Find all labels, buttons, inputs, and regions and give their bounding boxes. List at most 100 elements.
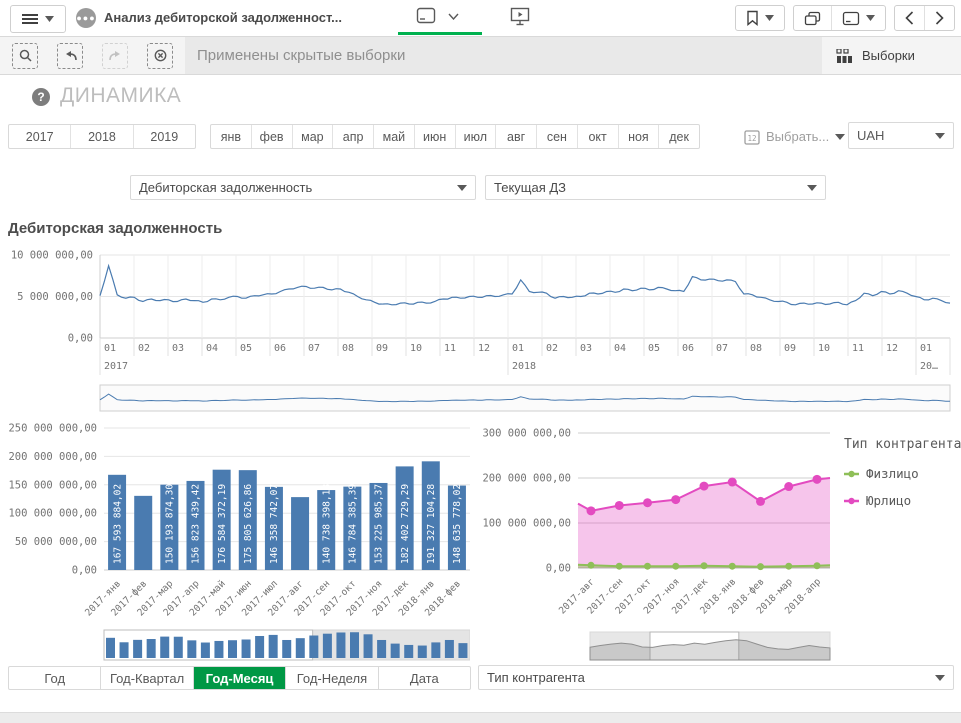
dot-Физлицо-2018-апр[interactable]: [814, 562, 821, 569]
bar-2017-авг[interactable]: [291, 497, 309, 570]
svg-text:12: 12: [747, 134, 756, 143]
dot-Юрлицо-2017-сен[interactable]: [615, 501, 624, 510]
top-toolbar: ●●● Анализ дебиторской задолженност...: [0, 0, 961, 37]
svg-text:182 402 729,29: 182 402 729,29: [400, 484, 411, 564]
measure-select-value: Дебиторская задолженность: [139, 180, 312, 195]
redo-selection-button[interactable]: [102, 43, 128, 69]
selections-tool-button[interactable]: Выборки: [822, 37, 961, 74]
selections-toolbar: Применены скрытые выборки Выборки: [0, 37, 961, 75]
help-icon[interactable]: ?: [32, 88, 50, 106]
dot-Юрлицо-2017-дек[interactable]: [700, 482, 709, 491]
bookmarks-button[interactable]: [736, 6, 784, 30]
global-menu-button[interactable]: [10, 5, 66, 33]
dot-Физлицо-2018-мар[interactable]: [785, 563, 792, 570]
svg-text:140 738 398,18: 140 738 398,18: [321, 484, 332, 564]
month-filter-дек[interactable]: дек: [658, 125, 699, 148]
month-filter-ноя[interactable]: ноя: [618, 125, 659, 148]
period-tab-Год-Неделя[interactable]: Год-Неделя: [285, 667, 377, 689]
svg-text:100 000 000,00: 100 000 000,00: [8, 508, 97, 520]
currency-select[interactable]: UAH: [848, 122, 954, 149]
dot-Физлицо-2017-авг[interactable]: [588, 562, 595, 569]
page-title: ДИНАМИКА: [60, 84, 181, 108]
svg-text:02: 02: [138, 343, 150, 354]
legend-item-Физлицо[interactable]: Физлицо: [866, 466, 919, 481]
svg-text:0,00: 0,00: [546, 563, 571, 575]
period-tab-Год[interactable]: Год: [9, 667, 100, 689]
dot-Физлицо-2017-дек[interactable]: [701, 562, 708, 569]
svg-text:176 584 372,19: 176 584 372,19: [217, 484, 228, 564]
dot-Юрлицо-2018-мар[interactable]: [784, 482, 793, 491]
month-filter-апр[interactable]: апр: [332, 125, 373, 148]
month-filter-фев[interactable]: фев: [251, 125, 292, 148]
dot-Физлицо-2017-ноя[interactable]: [672, 563, 679, 570]
month-filter-июн[interactable]: июн: [414, 125, 455, 148]
month-filter-окт[interactable]: окт: [577, 125, 618, 148]
svg-text:20…: 20…: [920, 361, 938, 372]
dimension-select[interactable]: Тип контрагента: [478, 665, 954, 690]
measure-select[interactable]: Дебиторская задолженность: [130, 175, 476, 200]
svg-text:12: 12: [478, 343, 490, 354]
svg-text:08: 08: [342, 343, 354, 354]
svg-text:200 000 000,00: 200 000 000,00: [8, 451, 97, 463]
dot-Физлицо-2018-фев[interactable]: [757, 563, 764, 570]
undo-icon: [64, 50, 77, 62]
svg-text:0,00: 0,00: [72, 565, 97, 577]
svg-text:07: 07: [308, 343, 320, 354]
year-filter-2019[interactable]: 2019: [133, 125, 195, 148]
sheet-icon: [842, 11, 860, 26]
counterparty-area-chart[interactable]: 300 000 000,00200 000 000,00100 000 000,…: [478, 420, 961, 663]
svg-text:Тип контрагента: Тип контрагента: [844, 437, 961, 452]
clear-selections-button[interactable]: [147, 43, 173, 69]
dot-Юрлицо-2018-янв[interactable]: [728, 478, 737, 487]
year-filter-2017[interactable]: 2017: [9, 125, 70, 148]
svg-text:01: 01: [920, 343, 932, 354]
legend-item-Юрлицо[interactable]: Юрлицо: [866, 493, 911, 508]
duplicate-icon: [804, 11, 821, 26]
dot-Физлицо-2017-окт[interactable]: [644, 563, 651, 570]
svg-text:04: 04: [614, 343, 626, 354]
svg-text:06: 06: [274, 343, 286, 354]
svg-text:01: 01: [104, 343, 116, 354]
year-filter-2018[interactable]: 2018: [70, 125, 132, 148]
year-listbox: 201720182019: [8, 124, 196, 149]
month-filter-мар[interactable]: мар: [292, 125, 333, 148]
period-tab-Год-Месяц[interactable]: Год-Месяц: [193, 667, 285, 689]
month-filter-авг[interactable]: авг: [495, 125, 536, 148]
chevron-down-icon: [448, 13, 459, 20]
presentation-button[interactable]: [510, 7, 530, 31]
bar-2017-фев[interactable]: [134, 496, 152, 570]
month-filter-сен[interactable]: сен: [536, 125, 577, 148]
dot-Юрлицо-2017-окт[interactable]: [643, 498, 652, 507]
chevron-right-icon: [935, 11, 944, 25]
undo-selection-button[interactable]: [57, 43, 83, 69]
svg-text:148 635 778,02: 148 635 778,02: [452, 484, 463, 564]
dot-Юрлицо-2017-ноя[interactable]: [671, 495, 680, 504]
next-sheet-button[interactable]: [924, 6, 954, 30]
dot-Юрлицо-2017-авг[interactable]: [587, 506, 596, 515]
sheet-view-button[interactable]: [416, 7, 459, 25]
date-picker[interactable]: 12 Выбрать...: [744, 124, 845, 149]
dot-Физлицо-2017-сен[interactable]: [616, 563, 623, 570]
svg-text:10 000 000,00: 10 000 000,00: [11, 250, 93, 262]
duplicate-sheet-button[interactable]: [794, 6, 831, 30]
svg-text:50 000 000,00: 50 000 000,00: [15, 536, 97, 548]
dz-type-select[interactable]: Текущая ДЗ: [485, 175, 826, 200]
month-filter-янв[interactable]: янв: [211, 125, 251, 148]
dot-Юрлицо-2018-апр[interactable]: [813, 475, 822, 484]
sheets-dropdown-button[interactable]: [831, 6, 885, 30]
receivables-bar-chart[interactable]: 250 000 000,00200 000 000,00150 000 000,…: [8, 420, 470, 663]
receivables-line-chart[interactable]: 10 000 000,005 000 000,000,0001020304050…: [8, 240, 953, 412]
dot-Физлицо-2018-янв[interactable]: [729, 563, 736, 570]
period-tab-Год-Квартал[interactable]: Год-Квартал: [100, 667, 192, 689]
month-filter-май[interactable]: май: [373, 125, 414, 148]
toolbar-right-controls: [735, 5, 955, 31]
svg-text:03: 03: [580, 343, 592, 354]
month-filter-июл[interactable]: июл: [455, 125, 496, 148]
app-title: Анализ дебиторской задолженност...: [104, 10, 342, 25]
smart-search-button[interactable]: [12, 43, 38, 69]
sheet-icon: [416, 7, 436, 25]
period-tab-Дата[interactable]: Дата: [378, 667, 470, 689]
prev-sheet-button[interactable]: [895, 6, 924, 30]
currency-value: UAH: [857, 128, 884, 143]
dot-Юрлицо-2018-фев[interactable]: [756, 497, 765, 506]
